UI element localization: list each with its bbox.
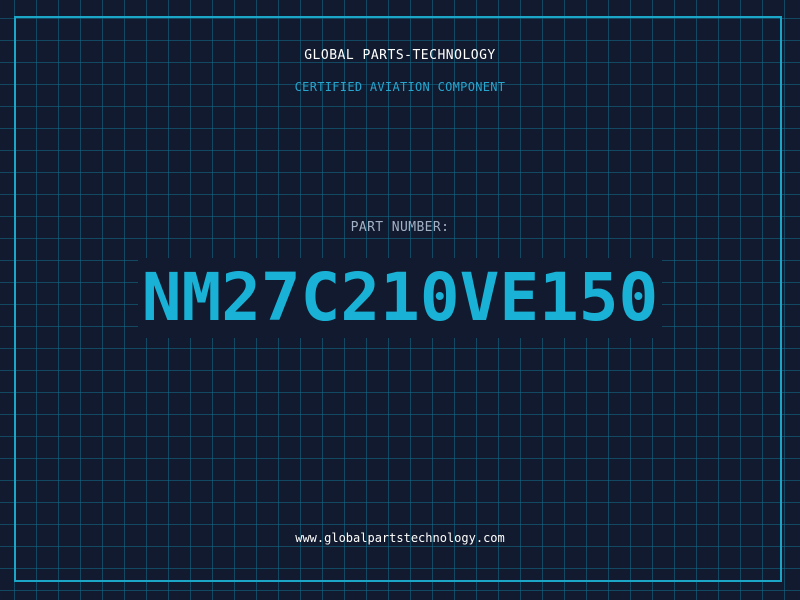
tagline: CERTIFIED AVIATION COMPONENT	[294, 80, 506, 94]
website-url: www.globalpartstechnology.com	[295, 531, 505, 545]
part-number-label: PART NUMBER:	[350, 220, 450, 235]
part-number-container: NM27C210VE150	[0, 258, 800, 338]
part-number-value: NM27C210VE150	[137, 258, 663, 338]
company-name: GLOBAL PARTS-TECHNOLOGY	[304, 48, 496, 63]
